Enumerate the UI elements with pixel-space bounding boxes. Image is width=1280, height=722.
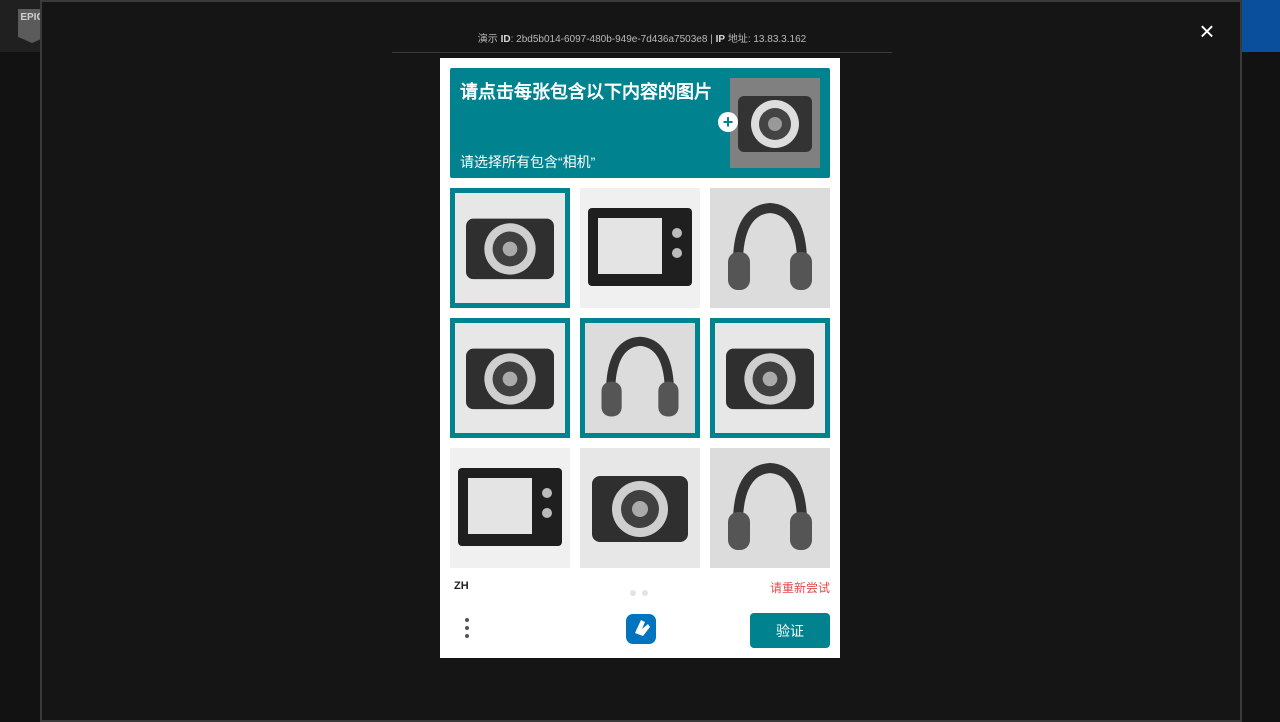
challenge-prompt: 请点击每张包含以下内容的图片 请选择所有包含“相机” + — [450, 68, 830, 178]
microwave-image — [580, 188, 700, 308]
hcaptcha-challenge: 请点击每张包含以下内容的图片 请选择所有包含“相机” + ZH 请重新尝试 验证 — [440, 58, 840, 658]
challenge-image-tile[interactable] — [580, 318, 700, 438]
ip-suffix: 地址 — [727, 34, 748, 45]
camera-image — [455, 193, 565, 303]
challenge-status-row: ZH 请重新尝试 — [450, 578, 830, 596]
ip-label: IP — [715, 34, 726, 45]
challenge-actions: 验证 — [450, 610, 830, 650]
headphones-image — [585, 323, 695, 433]
microwave-image — [450, 448, 570, 568]
headphones-image — [710, 188, 830, 308]
more-options-icon[interactable] — [458, 614, 476, 646]
challenge-image-tile[interactable] — [450, 188, 570, 308]
language-selector[interactable]: ZH — [454, 580, 469, 592]
ip-value: : 13.83.3.162 — [747, 34, 807, 45]
camera-image — [580, 448, 700, 568]
page-indicator — [630, 583, 654, 601]
page-dot — [630, 590, 636, 596]
challenge-image-tile[interactable] — [450, 318, 570, 438]
session-info: 演示 ID: 2bd5b014-6097-480b-949e-7d436a750… — [392, 30, 892, 45]
camera-icon — [730, 78, 820, 168]
close-icon[interactable]: × — [1196, 18, 1218, 44]
challenge-subtitle: 请选择所有包含“相机” — [460, 154, 596, 170]
verify-button[interactable]: 验证 — [750, 613, 830, 648]
session-id-value: : 2bd5b014-6097-480b-949e-7d436a7503e8 | — [510, 34, 716, 45]
camera-image — [715, 323, 825, 433]
prompt-example-image — [730, 78, 820, 168]
challenge-image-tile[interactable] — [580, 448, 700, 568]
header-action-button[interactable] — [1238, 0, 1280, 52]
headphones-image — [710, 448, 830, 568]
error-message: 请重新尝试 — [769, 581, 830, 595]
add-icon[interactable]: + — [718, 112, 738, 132]
image-grid — [450, 188, 830, 568]
camera-image — [455, 323, 565, 433]
page-dot — [642, 590, 648, 596]
challenge-image-tile[interactable] — [710, 188, 830, 308]
challenge-image-tile[interactable] — [580, 188, 700, 308]
challenge-title: 请点击每张包含以下内容的图片 — [460, 82, 712, 102]
session-id-prefix: 演示 — [477, 34, 498, 45]
session-id-label: ID — [500, 34, 511, 45]
divider — [392, 52, 892, 53]
challenge-image-tile[interactable] — [450, 448, 570, 568]
challenge-image-tile[interactable] — [710, 318, 830, 438]
hcaptcha-logo — [624, 612, 658, 646]
challenge-image-tile[interactable] — [710, 448, 830, 568]
